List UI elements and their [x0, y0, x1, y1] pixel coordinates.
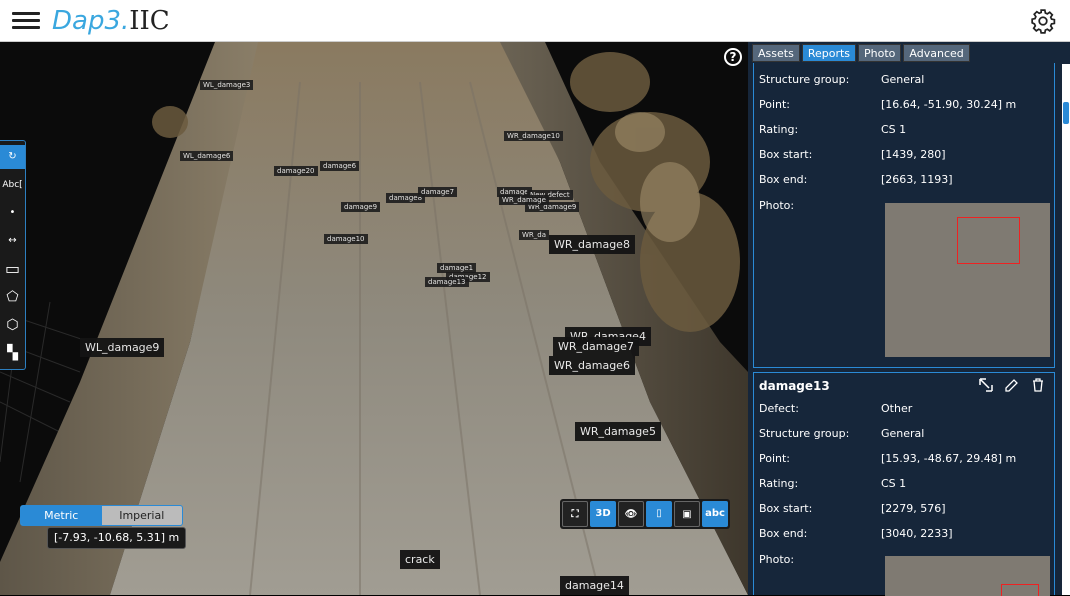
tab-photo[interactable]: Photo [858, 44, 902, 62]
trash-icon[interactable] [1030, 377, 1046, 393]
panel-tabs: Assets Reports Photo Advanced [752, 44, 970, 62]
defect-label[interactable]: WL_damage9 [80, 338, 165, 357]
box-tool-icon[interactable]: ⬡ [0, 313, 25, 337]
tab-advanced[interactable]: Advanced [903, 44, 970, 62]
image-view-icon[interactable]: ▣ [674, 501, 700, 527]
defect-label[interactable]: WR_damage8 [549, 235, 635, 254]
defect-label[interactable]: WR_damage6 [549, 356, 635, 375]
coordinate-readout: [-7.93, -10.68, 5.31] m [47, 527, 187, 549]
defect-label[interactable]: damage10 [324, 234, 368, 244]
checker-tool-icon[interactable]: ▚ [0, 341, 25, 365]
edit-icon[interactable] [1004, 377, 1020, 393]
distance-measure-icon[interactable]: ↔ [0, 229, 25, 253]
metric-button[interactable]: Metric [21, 506, 102, 525]
defect-label[interactable]: crack [400, 550, 440, 569]
defect-label[interactable]: damage6 [320, 161, 360, 171]
defect-photo[interactable] [885, 203, 1050, 357]
rectangle-tool-icon[interactable]: ▭ [0, 257, 25, 281]
point-measure-icon[interactable]: • [0, 201, 25, 225]
locate-icon[interactable] [978, 377, 994, 393]
defect-label[interactable]: WR_damage [499, 195, 549, 205]
help-icon[interactable]: ? [724, 48, 742, 66]
logo-part1: Dap3. [52, 6, 130, 36]
label-toggle-button[interactable]: abc [702, 501, 728, 527]
defect-label[interactable]: damage13 [425, 277, 469, 287]
app-logo: Dap3.IIC [52, 5, 170, 37]
defect-label[interactable]: WR_da [519, 230, 550, 240]
gear-icon[interactable] [1030, 8, 1056, 34]
defect-label[interactable]: damage14 [560, 576, 629, 595]
defect-label[interactable]: WR_damage5 [575, 422, 661, 441]
defect-label[interactable]: damage9 [341, 202, 381, 212]
column-view-icon[interactable]: ▯ [646, 501, 672, 527]
defect-box-marker [957, 217, 1020, 264]
defect-label[interactable]: WL_damage6 [180, 151, 234, 161]
3d-view-button[interactable]: 3D [590, 501, 616, 527]
card-actions [978, 377, 1046, 393]
polygon-tool-icon[interactable]: ⬠ [0, 285, 25, 309]
annotation-icon[interactable]: Abc[ [0, 173, 25, 197]
defect-label[interactable]: WR_damage7 [553, 337, 639, 356]
menu-icon[interactable] [12, 9, 40, 33]
defect-label[interactable]: WR_damage10 [504, 131, 563, 141]
tab-reports[interactable]: Reports [801, 44, 857, 62]
defect-label[interactable]: WL_damage3 [200, 80, 254, 90]
tab-assets[interactable]: Assets [752, 44, 800, 62]
defect-photo[interactable] [885, 556, 1050, 596]
view-toolbar: ⛶ 3D 👁 ▯ ▣ abc [560, 499, 730, 529]
rotate-icon[interactable]: ↻ [0, 145, 25, 169]
defect-box-marker [1001, 584, 1039, 596]
scroll-thumb[interactable] [1063, 102, 1069, 124]
logo-part2: IIC [129, 6, 170, 36]
app-header: Dap3.IIC [0, 0, 1070, 42]
unit-toggle: Metric Imperial [20, 505, 183, 526]
measure-toolbar: ↻ Abc[ • ↔ ▭ ⬠ ⬡ ▚ [0, 140, 26, 370]
defect-title: damage13 [759, 379, 830, 393]
defect-card-1: Structure group: General Point: [16.64, -5… [753, 63, 1055, 368]
point-cloud-viewport[interactable]: WL_damage3 WL_damage6 damage20 damage6 damag… [0, 42, 748, 595]
defect-label[interactable]: damage7 [418, 187, 458, 197]
panel-scrollbar[interactable] [1062, 64, 1070, 595]
defect-label[interactable]: damage20 [274, 166, 318, 176]
eye-icon[interactable]: 👁 [618, 501, 644, 527]
defect-card-2: damage13 Defect: Other Structure group: Ge… [753, 372, 1055, 596]
drone-view-icon[interactable]: ⛶ [562, 501, 588, 527]
imperial-button[interactable]: Imperial [102, 506, 183, 525]
